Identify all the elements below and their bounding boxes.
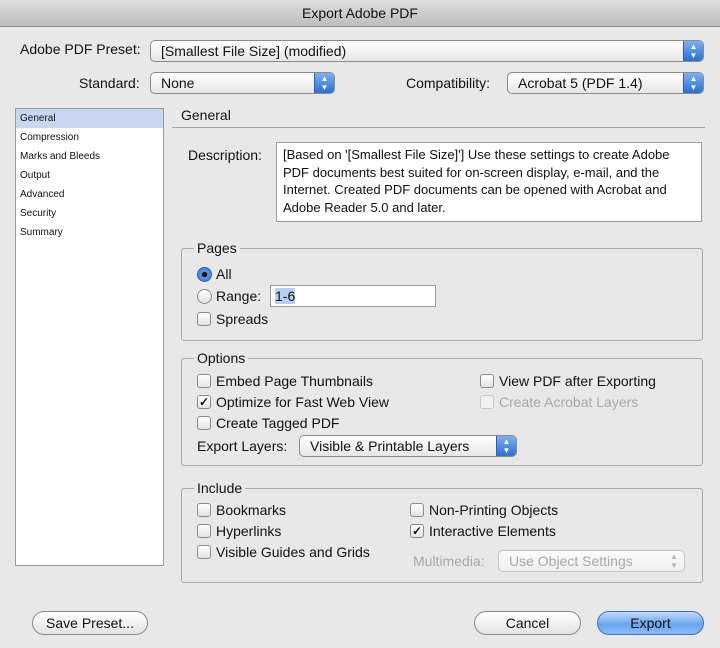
range-value: 1-6 bbox=[275, 288, 296, 304]
sidebar-item-compression[interactable]: Compression bbox=[16, 128, 163, 147]
pages-range-label: Range: bbox=[216, 288, 262, 304]
popup-arrows-icon: ▲ ▼ bbox=[683, 73, 703, 93]
popup-arrows-icon: ▲ ▼ bbox=[670, 552, 678, 570]
export-pdf-dialog: Export Adobe PDF Adobe PDF Preset: [Smal… bbox=[0, 0, 720, 648]
acrobat-layers-checkbox[interactable] bbox=[480, 395, 494, 409]
multimedia-value: Use Object Settings bbox=[509, 553, 633, 569]
pages-range-radio[interactable] bbox=[197, 289, 212, 304]
bookmarks-label: Bookmarks bbox=[216, 502, 287, 518]
options-group-title: Options bbox=[194, 350, 249, 366]
preset-label: Adobe PDF Preset: bbox=[20, 41, 141, 57]
bookmarks-checkbox[interactable] bbox=[197, 503, 211, 517]
multimedia-select[interactable]: Use Object Settings ▲ ▼ bbox=[498, 550, 685, 572]
optimize-web-label: Optimize for Fast Web View bbox=[216, 394, 389, 410]
pages-range-input[interactable]: 1-6 bbox=[270, 285, 436, 307]
non-printing-label: Non-Printing Objects bbox=[429, 502, 559, 518]
sidebar-item-general[interactable]: General bbox=[16, 109, 163, 128]
interactive-checkbox[interactable]: ✓ bbox=[410, 524, 424, 538]
pages-all-label: All bbox=[216, 266, 232, 282]
pages-all-radio[interactable] bbox=[197, 267, 212, 282]
section-title: General bbox=[181, 107, 231, 123]
popup-arrows-icon: ▲ ▼ bbox=[314, 73, 334, 93]
cancel-button[interactable]: Cancel bbox=[474, 611, 581, 635]
preset-select[interactable]: [Smallest File Size] (modified) ▲ ▼ bbox=[150, 40, 704, 62]
popup-arrows-icon: ▲ ▼ bbox=[683, 41, 703, 61]
acrobat-layers-label: Create Acrobat Layers bbox=[499, 394, 639, 410]
include-group-title: Include bbox=[194, 480, 246, 496]
spreads-checkbox[interactable] bbox=[197, 312, 211, 326]
compatibility-label: Compatibility: bbox=[406, 75, 491, 91]
section-divider bbox=[172, 127, 705, 128]
embed-thumbnails-label: Embed Page Thumbnails bbox=[216, 373, 373, 389]
view-after-label: View PDF after Exporting bbox=[499, 373, 656, 389]
standard-label: Standard: bbox=[79, 75, 140, 91]
embed-thumbnails-checkbox[interactable] bbox=[197, 374, 211, 388]
sidebar-item-advanced[interactable]: Advanced bbox=[16, 185, 163, 204]
export-layers-value: Visible & Printable Layers bbox=[310, 438, 470, 454]
tagged-pdf-label: Create Tagged PDF bbox=[216, 415, 340, 431]
sidebar-item-marks-and-bleeds[interactable]: Marks and Bleeds bbox=[16, 147, 163, 166]
hyperlinks-label: Hyperlinks bbox=[216, 523, 282, 539]
export-button[interactable]: Export bbox=[597, 611, 704, 635]
description-text[interactable]: [Based on '[Smallest File Size]'] Use th… bbox=[276, 142, 702, 222]
checkmark-icon: ✓ bbox=[411, 524, 423, 538]
pages-group-title: Pages bbox=[194, 240, 240, 256]
checkmark-icon: ✓ bbox=[198, 395, 210, 409]
non-printing-checkbox[interactable] bbox=[410, 503, 424, 517]
hyperlinks-checkbox[interactable] bbox=[197, 524, 211, 538]
tagged-pdf-checkbox[interactable] bbox=[197, 416, 211, 430]
export-layers-label: Export Layers: bbox=[197, 438, 288, 454]
interactive-label: Interactive Elements bbox=[429, 523, 556, 539]
compatibility-select[interactable]: Acrobat 5 (PDF 1.4) ▲ ▼ bbox=[507, 72, 704, 94]
sidebar-item-output[interactable]: Output bbox=[16, 166, 163, 185]
export-layers-select[interactable]: Visible & Printable Layers ▲ ▼ bbox=[299, 435, 517, 457]
spreads-label: Spreads bbox=[216, 311, 269, 327]
popup-arrows-icon: ▲ ▼ bbox=[496, 436, 516, 456]
description-label: Description: bbox=[188, 147, 262, 163]
preset-value: [Smallest File Size] (modified) bbox=[161, 43, 347, 59]
save-preset-button[interactable]: Save Preset... bbox=[32, 611, 148, 635]
sidebar-item-summary[interactable]: Summary bbox=[16, 223, 163, 242]
guides-label: Visible Guides and Grids bbox=[216, 544, 370, 560]
standard-select[interactable]: None ▲ ▼ bbox=[150, 72, 335, 94]
guides-checkbox[interactable] bbox=[197, 545, 211, 559]
window-title: Export Adobe PDF bbox=[0, 0, 720, 27]
multimedia-label: Multimedia: bbox=[413, 553, 485, 569]
optimize-web-checkbox[interactable]: ✓ bbox=[197, 395, 211, 409]
compatibility-value: Acrobat 5 (PDF 1.4) bbox=[518, 75, 643, 91]
standard-value: None bbox=[161, 75, 195, 91]
view-after-checkbox[interactable] bbox=[480, 374, 494, 388]
sidebar-item-security[interactable]: Security bbox=[16, 204, 163, 223]
category-sidebar: General Compression Marks and Bleeds Out… bbox=[15, 108, 164, 566]
